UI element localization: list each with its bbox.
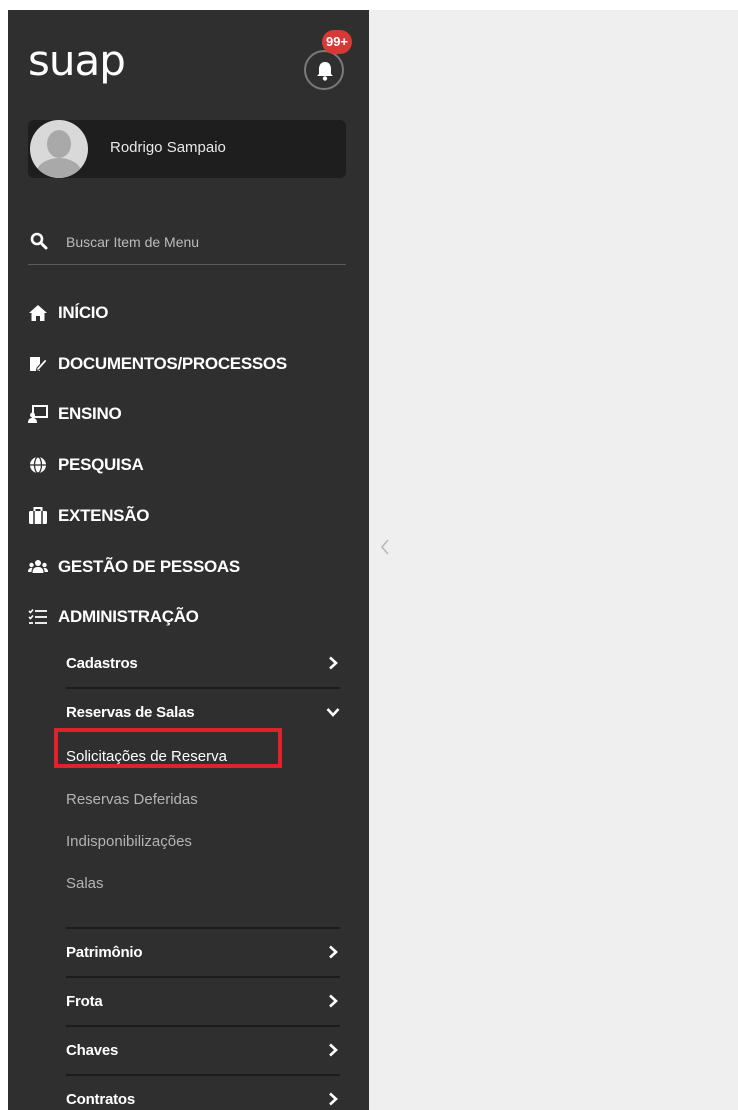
submenu-item-contratos[interactable]: Contratos bbox=[66, 1082, 340, 1110]
teaching-icon bbox=[28, 404, 48, 424]
collapse-sidebar-button[interactable] bbox=[379, 537, 393, 559]
menu-item-pesquisa[interactable]: PESQUISA bbox=[28, 450, 144, 480]
main-content bbox=[369, 10, 738, 1110]
submenu-divider bbox=[66, 687, 340, 689]
menu-item-label: EXTENSÃO bbox=[58, 506, 150, 525]
submenu-label: Chaves bbox=[66, 1042, 119, 1059]
submenu-item-cadastros[interactable]: Cadastros bbox=[66, 646, 340, 682]
leaf-indisponibilizacoes[interactable]: Indisponibilizações bbox=[66, 833, 192, 850]
user-card[interactable]: Rodrigo Sampaio bbox=[28, 120, 346, 178]
submenu-item-frota[interactable]: Frota bbox=[66, 984, 340, 1020]
submenu-label: Patrimônio bbox=[66, 944, 143, 961]
leaf-reservas-deferidas[interactable]: Reservas Deferidas bbox=[66, 791, 198, 808]
suap-logo[interactable]: suap bbox=[28, 36, 126, 85]
chevron-right-icon bbox=[329, 1092, 338, 1106]
chevron-down-icon bbox=[326, 708, 340, 717]
search-input[interactable] bbox=[64, 228, 338, 256]
menu-item-extensao[interactable]: EXTENSÃO bbox=[28, 501, 149, 531]
chevron-right-icon bbox=[329, 1043, 338, 1057]
submenu-label: Frota bbox=[66, 993, 103, 1010]
chevron-right-icon bbox=[329, 945, 338, 959]
menu-item-documentos-processos[interactable]: DOCUMENTOS/PROCESSOS bbox=[28, 349, 287, 379]
submenu-label: Contratos bbox=[66, 1091, 136, 1108]
menu-item-label: DOCUMENTOS/PROCESSOS bbox=[58, 354, 287, 373]
search-icon bbox=[30, 232, 48, 250]
list-check-icon bbox=[28, 607, 48, 627]
submenu-divider bbox=[66, 927, 340, 929]
submenu-item-patrimonio[interactable]: Patrimônio bbox=[66, 935, 340, 971]
chevron-left-icon bbox=[380, 539, 389, 555]
menu-item-label: ADMINISTRAÇÃO bbox=[58, 607, 199, 626]
briefcase-icon bbox=[28, 506, 48, 526]
menu-item-label: ENSINO bbox=[58, 404, 122, 423]
bell-icon bbox=[317, 62, 333, 81]
sidebar: suap 99+ Rodrigo Sampaio Buscar Item de … bbox=[8, 10, 369, 1110]
menu-item-label: GESTÃO DE PESSOAS bbox=[58, 557, 240, 576]
globe-icon bbox=[28, 455, 48, 475]
menu-item-inicio[interactable]: INÍCIO bbox=[28, 298, 108, 328]
submenu-item-reservas-de-salas[interactable]: Reservas de Salas bbox=[66, 695, 340, 731]
chevron-right-icon bbox=[329, 656, 338, 670]
submenu-label: Cadastros bbox=[66, 655, 138, 672]
users-icon bbox=[28, 557, 48, 577]
avatar bbox=[30, 120, 88, 178]
chevron-right-icon bbox=[329, 994, 338, 1008]
submenu-divider bbox=[66, 976, 340, 978]
user-name: Rodrigo Sampaio bbox=[110, 139, 226, 156]
submenu-divider bbox=[66, 1025, 340, 1027]
notifications-button[interactable] bbox=[304, 50, 344, 90]
submenu-item-chaves[interactable]: Chaves bbox=[66, 1033, 340, 1069]
home-icon bbox=[28, 303, 48, 323]
menu-item-label: INÍCIO bbox=[58, 303, 109, 322]
leaf-salas[interactable]: Salas bbox=[66, 875, 104, 892]
document-edit-icon bbox=[28, 354, 48, 374]
menu-item-administracao[interactable]: ADMINISTRAÇÃO bbox=[28, 602, 199, 632]
highlight-box bbox=[54, 728, 282, 768]
notifications-badge[interactable]: 99+ bbox=[322, 30, 352, 54]
submenu-label: Reservas de Salas bbox=[66, 704, 195, 721]
menu-item-ensino[interactable]: ENSINO bbox=[28, 399, 122, 429]
menu-item-label: PESQUISA bbox=[58, 455, 144, 474]
submenu-divider bbox=[66, 1074, 340, 1076]
menu-search bbox=[28, 226, 346, 265]
app-frame: suap 99+ Rodrigo Sampaio Buscar Item de … bbox=[0, 0, 738, 1110]
menu-item-gestao-de-pessoas[interactable]: GESTÃO DE PESSOAS bbox=[28, 552, 240, 582]
